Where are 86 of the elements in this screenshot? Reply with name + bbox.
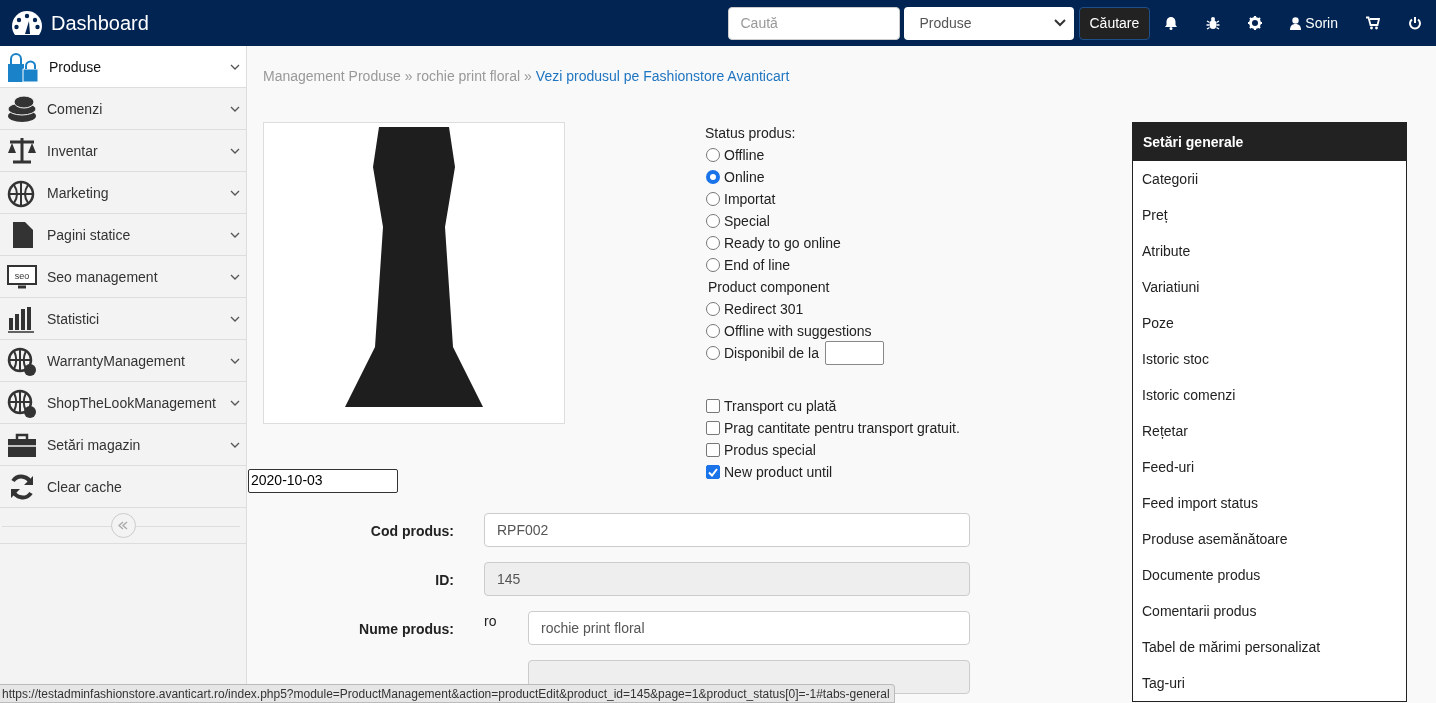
breadcrumb-separator: » <box>524 68 532 86</box>
sidebar-label: Seo management <box>47 268 158 285</box>
radio-button[interactable] <box>706 324 720 338</box>
radio-option[interactable]: Online <box>705 166 960 188</box>
globe-dollar-icon <box>7 387 37 418</box>
radio-button[interactable] <box>706 302 720 316</box>
checkbox-option[interactable]: Produs special <box>705 439 960 461</box>
power-icon[interactable] <box>1408 16 1422 30</box>
sidebar-label: Produse <box>49 58 102 75</box>
radio-button[interactable] <box>706 236 720 250</box>
radio-button[interactable] <box>706 192 720 206</box>
option-label: Prag cantitate pentru transport gratuit. <box>724 420 960 436</box>
sidebar-label: Comenzi <box>47 100 103 117</box>
category-select[interactable]: Produse <box>903 6 1074 40</box>
checkbox-option[interactable]: New product until <box>705 461 960 483</box>
radio-button[interactable] <box>706 346 720 360</box>
radio-button[interactable] <box>706 170 720 184</box>
checkbox-option[interactable]: Transport cu plată <box>705 395 960 417</box>
checkbox[interactable] <box>706 421 720 435</box>
radio-option[interactable]: Offline <box>705 144 960 166</box>
status-heading: Status produs: <box>705 124 797 143</box>
sidebar-label: Pagini statice <box>47 226 131 243</box>
date-field[interactable]: 2020-10-03 <box>248 469 398 493</box>
user-menu[interactable]: Sorin <box>1290 15 1338 31</box>
chevron-down-icon <box>1053 19 1066 27</box>
option-label: Redirect 301 <box>724 301 804 317</box>
radio-option[interactable]: Disponibil de la <box>705 342 960 364</box>
language-code: ro <box>484 612 498 629</box>
double-chevron-left-icon <box>118 521 128 530</box>
option-label: Importat <box>724 191 776 207</box>
input-field[interactable]: RPF002 <box>484 513 970 547</box>
bell-icon[interactable] <box>1164 16 1179 30</box>
user-icon <box>1290 16 1302 30</box>
gauge-icon <box>11 10 43 36</box>
radio-option[interactable]: End of line <box>705 254 960 276</box>
search-button[interactable]: Căutare <box>1078 6 1151 40</box>
input-field[interactable]: rochie print floral <box>528 611 970 645</box>
option-label: New product until <box>724 464 833 480</box>
option-label: Special <box>724 213 770 229</box>
section-label: Product component <box>707 278 831 297</box>
sidebar-item[interactable]: Produse <box>0 46 246 88</box>
option-label: Produs special <box>724 442 816 458</box>
sidebar-label: Marketing <box>47 184 109 201</box>
radio-option[interactable]: Ready to go online <box>705 232 960 254</box>
option-label: Offline with suggestions <box>724 323 872 339</box>
sidebar-label: Setări magazin <box>47 436 141 453</box>
option-label: Disponibil de la <box>724 345 819 361</box>
breadcrumb-separator: » <box>404 68 413 86</box>
option-label: Offline <box>724 147 765 163</box>
coin-stack-icon <box>7 93 37 124</box>
checkbox[interactable] <box>706 399 720 413</box>
sidebar-label: Clear cache <box>47 478 122 495</box>
radio-option[interactable]: Special <box>705 210 960 232</box>
radio-button[interactable] <box>706 258 720 272</box>
cart-icon[interactable] <box>1366 16 1380 30</box>
sidebar-label: Inventar <box>47 142 98 159</box>
globe-dollar-icon <box>7 345 37 376</box>
radio-option[interactable]: Redirect 301 <box>705 298 960 320</box>
checkbox-option[interactable]: Prag cantitate pentru transport gratuit. <box>705 417 960 439</box>
sidebar-label: Statistici <box>47 310 100 327</box>
field-label: Nume produs: <box>358 620 454 637</box>
radio-option[interactable]: Importat <box>705 188 960 210</box>
radio-option[interactable]: Offline with suggestions <box>705 320 960 342</box>
settings-icon[interactable] <box>1248 16 1263 30</box>
search-field[interactable]: Caută <box>727 6 900 40</box>
menu-item[interactable]: Setări generale <box>1133 122 1406 161</box>
bug-icon[interactable] <box>1206 16 1221 30</box>
field-label: ID: <box>434 571 454 588</box>
app-title: Dashboard <box>51 11 149 35</box>
checkbox[interactable] <box>706 465 720 479</box>
option-label: End of line <box>724 257 791 273</box>
shopping-bags-icon <box>6 51 38 82</box>
field-label: Cod produs: <box>369 522 454 539</box>
option-label: Online <box>724 169 765 185</box>
sidebar-label: ShopTheLookManagement <box>47 394 216 411</box>
link-preview: https://testadminfashionstore.avanticart.ro/index.php5?module=ProductManagement&action=productEdit&product_id=145&page=1&product_status[0]=-1#tabs-general <box>0 684 895 703</box>
radio-button[interactable] <box>706 148 720 162</box>
sidebar-label: WarrantyManagement <box>47 352 185 369</box>
input-field: 145 <box>484 562 970 596</box>
date-field[interactable] <box>824 341 884 365</box>
scales-icon <box>7 135 37 166</box>
option-label: Ready to go online <box>724 235 841 251</box>
option-label: Transport cu plată <box>724 398 837 414</box>
checkbox[interactable] <box>706 443 720 457</box>
radio-button[interactable] <box>706 214 720 228</box>
product-link[interactable]: Vezi produsul pe Fashionstore Avanticart <box>535 68 790 122</box>
